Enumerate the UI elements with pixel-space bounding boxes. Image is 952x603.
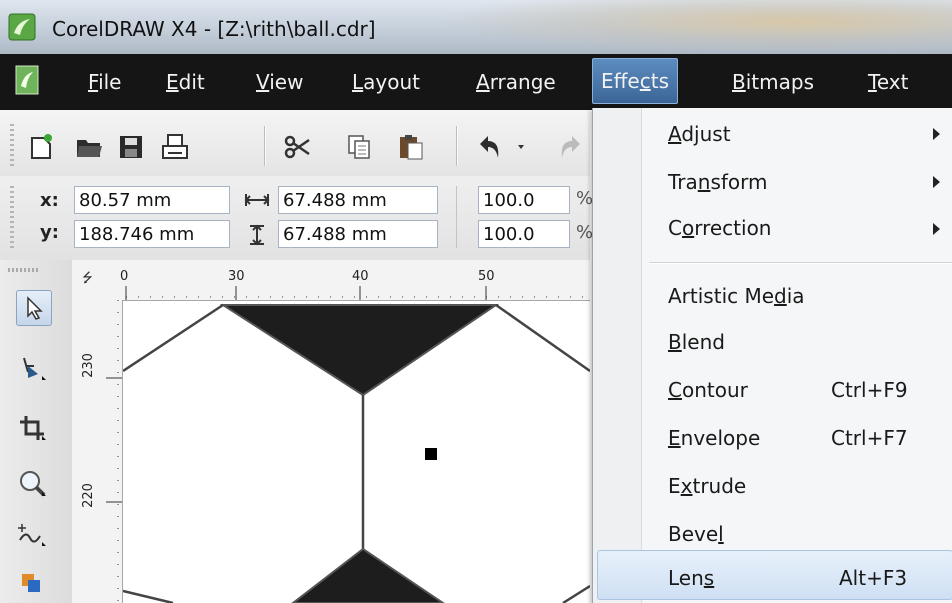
copy-icon[interactable] <box>344 132 374 162</box>
envelope-shortcut: Ctrl+F7 <box>831 426 908 450</box>
horizontal-ruler[interactable]: ⭍ 0 30 40 50 <box>72 260 590 301</box>
height-icon <box>250 224 264 246</box>
ruler-label-50: 50 <box>478 269 495 284</box>
propbar-grip[interactable] <box>10 186 14 248</box>
menu-text[interactable]: Text <box>868 68 908 96</box>
menu-item-bevel[interactable]: Bevel <box>668 522 724 546</box>
menu-layout[interactable]: Layout <box>352 68 420 96</box>
ruler-label-230: 230 <box>80 353 96 378</box>
submenu-arrow-icon <box>933 176 940 188</box>
redo-icon[interactable] <box>556 132 586 162</box>
vertical-ruler[interactable]: 230 220 <box>72 300 123 603</box>
menu-item-envelope[interactable]: Envelope <box>668 426 760 450</box>
menu-edit[interactable]: Edit <box>166 68 205 96</box>
document-icon[interactable] <box>14 64 40 96</box>
x-position-field[interactable]: 80.57 mm <box>74 186 230 214</box>
zoom-tool-icon[interactable] <box>16 468 50 502</box>
svg-text:⭍: ⭍ <box>82 271 93 286</box>
pick-tool-icon[interactable] <box>16 290 52 326</box>
lens-shortcut: Alt+F3 <box>839 566 908 590</box>
menu-view[interactable]: View <box>256 68 303 96</box>
toolbar-grip[interactable] <box>10 124 14 168</box>
submenu-arrow-icon <box>933 223 940 235</box>
menu-item-lens[interactable]: Lens <box>668 566 714 590</box>
property-bar: x: y: 80.57 mm 188.746 mm 67.488 mm 67.4… <box>0 176 594 261</box>
shape-tool-icon[interactable] <box>16 352 50 386</box>
coreldraw-app-icon[interactable] <box>8 13 36 41</box>
paste-icon[interactable] <box>396 132 426 162</box>
menu-arrange[interactable]: Arrange <box>476 68 556 96</box>
soccer-ball-drawing[interactable] <box>123 301 590 603</box>
toolbox <box>0 260 73 603</box>
scale-x-percent: % <box>576 188 594 209</box>
menu-item-artistic-media[interactable]: Artistic Media <box>668 284 805 308</box>
contour-shortcut: Ctrl+F9 <box>831 378 908 402</box>
menu-item-correction[interactable]: Correction <box>668 216 771 240</box>
window-title: CorelDRAW X4 - [Z:\rith\ball.cdr] <box>52 17 376 41</box>
horizontal-ruler-ticks: ⭍ <box>82 271 590 300</box>
width-field[interactable]: 67.488 mm <box>278 186 438 214</box>
print-icon[interactable] <box>160 132 190 162</box>
menu-item-adjust[interactable]: Adjust <box>668 122 731 146</box>
cut-icon[interactable] <box>282 132 312 162</box>
standard-toolbar <box>0 110 590 177</box>
menu-file[interactable]: File <box>88 68 121 96</box>
menu-separator <box>649 262 952 264</box>
new-document-icon[interactable] <box>26 132 56 162</box>
y-position-field[interactable]: 188.746 mm <box>74 220 230 248</box>
menu-effects[interactable]: Effects <box>592 58 678 104</box>
freehand-tool-icon[interactable] <box>16 518 50 552</box>
smart-fill-tool-icon[interactable] <box>16 566 50 600</box>
save-icon[interactable] <box>116 132 146 162</box>
ruler-label-40: 40 <box>352 269 369 284</box>
scale-x-field[interactable]: 100.0 <box>478 186 570 214</box>
undo-dropdown-icon[interactable] <box>510 132 540 162</box>
ruler-label-30: 30 <box>228 269 245 284</box>
scale-y-field[interactable]: 100.0 <box>478 220 570 248</box>
menu-bitmaps[interactable]: Bitmaps <box>732 68 814 96</box>
ruler-label-220: 220 <box>80 483 96 508</box>
menu-item-transform[interactable]: Transform <box>668 170 768 194</box>
undo-icon[interactable] <box>474 132 504 162</box>
width-icon <box>244 194 270 206</box>
vertical-ruler-ticks <box>106 300 122 603</box>
ruler-label-0: 0 <box>120 269 129 284</box>
crop-tool-icon[interactable] <box>16 412 50 446</box>
selection-center-handle <box>425 448 437 460</box>
scale-y-percent: % <box>576 222 594 243</box>
propbar-separator <box>456 186 457 248</box>
y-label: y: <box>40 222 59 243</box>
open-folder-icon[interactable] <box>74 132 104 162</box>
title-bar: CorelDRAW X4 - [Z:\rith\ball.cdr] <box>0 0 952 54</box>
x-label: x: <box>40 190 59 211</box>
submenu-arrow-icon <box>933 128 940 140</box>
menu-item-extrude[interactable]: Extrude <box>668 474 746 498</box>
menu-item-blend[interactable]: Blend <box>668 330 725 354</box>
menu-bar: File Edit View Layout Arrange Effects Bi… <box>0 54 952 110</box>
drawing-canvas[interactable] <box>123 301 590 603</box>
effects-dropdown-menu: Adjust Transform Correction Artistic Med… <box>592 108 952 603</box>
menu-item-contour[interactable]: Contour <box>668 378 748 402</box>
height-field[interactable]: 67.488 mm <box>278 220 438 248</box>
